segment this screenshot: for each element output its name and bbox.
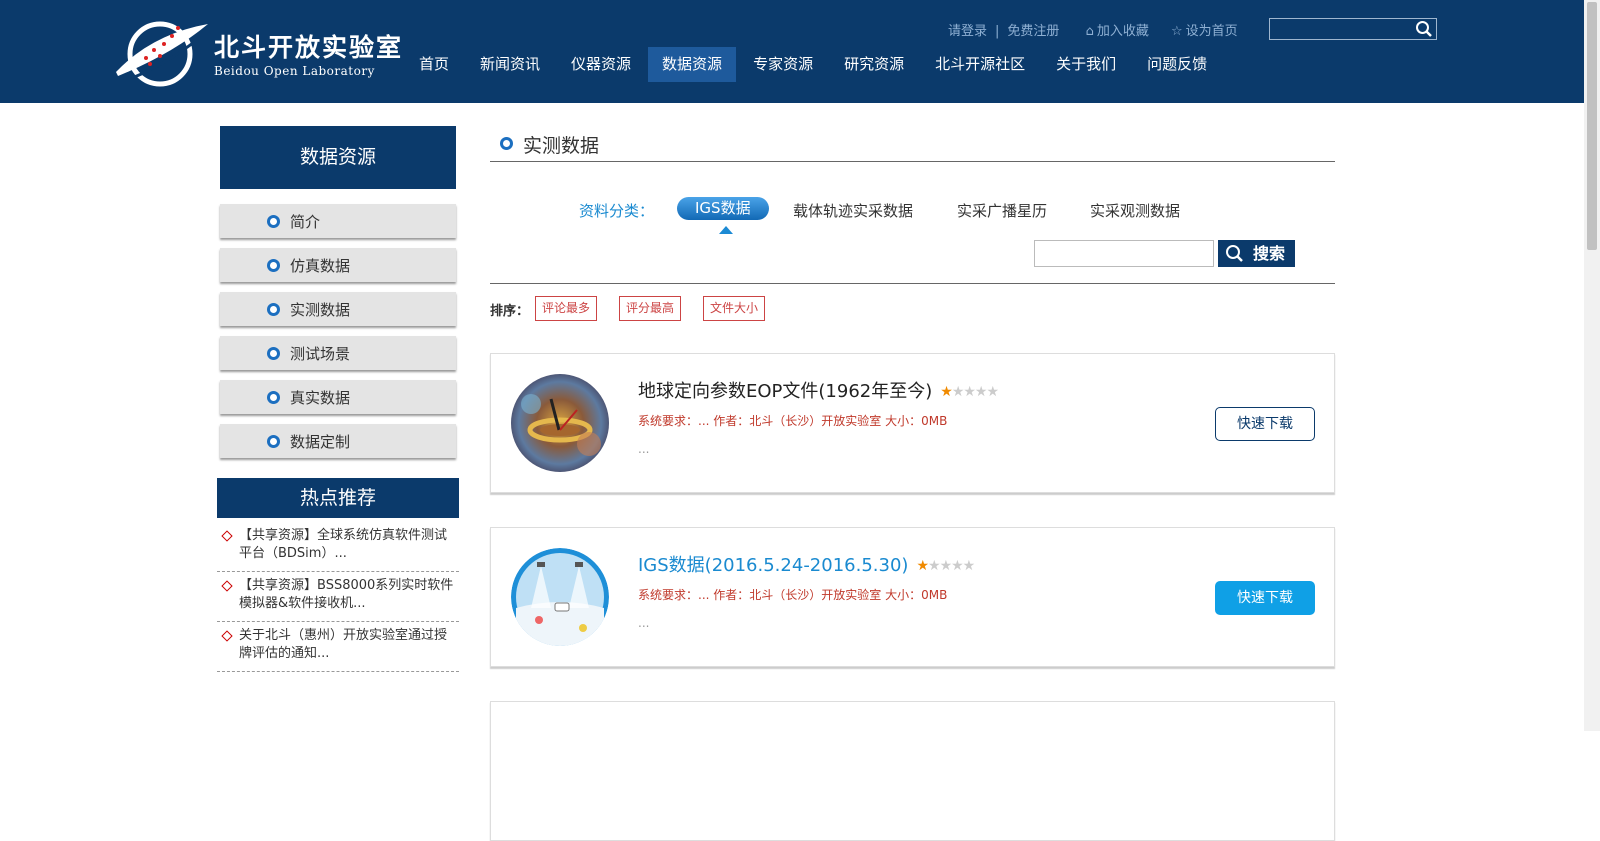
- circle-bullet-icon: [267, 435, 280, 448]
- search-button-label: 搜索: [1253, 244, 1286, 263]
- hot-item-text: 【共享资源】BSS8000系列实时软件模拟器&软件接收机...: [239, 578, 454, 611]
- logo-subtitle: Beidou Open Laboratory: [214, 64, 375, 78]
- nav-feedback[interactable]: 问题反馈: [1133, 47, 1221, 82]
- diamond-bullet-icon: [221, 530, 233, 542]
- data-title: 地球定向参数EOP文件(1962年至今): [638, 381, 933, 402]
- logo-emblem-icon: [116, 21, 208, 87]
- data-thumbnail[interactable]: [511, 548, 609, 646]
- circle-bullet-icon: [267, 347, 280, 360]
- data-search: [1034, 240, 1214, 267]
- hot-recommend-list: 【共享资源】全球系统仿真软件测试平台（BDSim）... 【共享资源】BSS80…: [217, 522, 459, 672]
- sidebar-item-simulation[interactable]: 仿真数据: [220, 248, 456, 282]
- nav-open-source[interactable]: 北斗开源社区: [921, 47, 1039, 82]
- circle-bullet-icon: [267, 303, 280, 316]
- sidebar-item-real-data[interactable]: 真实数据: [220, 380, 456, 414]
- add-favorite-label: 加入收藏: [1096, 24, 1149, 39]
- data-title-link[interactable]: 地球定向参数EOP文件(1962年至今) ★★★★★: [638, 377, 999, 403]
- page-scrollbar[interactable]: [1584, 0, 1600, 731]
- category-tab-broadcast-ephemeris[interactable]: 实采广播星历: [957, 200, 1047, 221]
- data-search-input[interactable]: [1035, 241, 1213, 266]
- star-empty-icon: ★★★★: [928, 558, 975, 574]
- star-filled-icon: ★: [940, 384, 953, 400]
- hot-recommend-title: 热点推荐: [217, 478, 459, 518]
- scrollbar-thumb[interactable]: [1587, 2, 1597, 250]
- data-title: IGS数据(2016.5.24-2016.5.30): [638, 555, 909, 576]
- rating-stars: ★★★★★: [940, 384, 999, 400]
- data-meta: 系统要求：... 作者：北斗（长沙）开放实验室 大小：0MB: [638, 414, 948, 428]
- nav-news[interactable]: 新闻资讯: [466, 47, 554, 82]
- compass-clock-image-icon: [511, 374, 609, 472]
- data-description: ...: [638, 442, 650, 456]
- add-favorite-link[interactable]: ⌂ 加入收藏: [1086, 24, 1149, 39]
- sidebar-menu: 简介 仿真数据 实测数据 测试场景 真实数据 数据定制: [220, 204, 456, 468]
- site-header: 北斗开放实验室 Beidou Open Laboratory 请登录 | 免费注册 …: [0, 0, 1584, 103]
- star-icon: ☆: [1170, 24, 1183, 39]
- data-card: IGS数据(2016.5.24-2016.5.30) ★★★★★ 系统要求：...…: [490, 527, 1335, 667]
- header-search: [1269, 18, 1437, 40]
- nav-experts[interactable]: 专家资源: [739, 47, 827, 82]
- sort-most-comments-button[interactable]: 评论最多: [535, 296, 598, 321]
- search-icon[interactable]: [1415, 20, 1433, 38]
- data-thumbnail[interactable]: [511, 374, 609, 472]
- circle-bullet-icon: [267, 215, 280, 228]
- list-item[interactable]: 【共享资源】全球系统仿真软件测试平台（BDSim）...: [217, 522, 459, 572]
- nav-data-resources[interactable]: 数据资源: [648, 47, 737, 82]
- list-item[interactable]: 关于北斗（惠州）开放实验室通过授牌评估的通知...: [217, 622, 459, 672]
- site-logo[interactable]: 北斗开放实验室 Beidou Open Laboratory: [112, 14, 402, 88]
- circle-bullet-icon: [267, 391, 280, 404]
- category-tab-carrier-trajectory[interactable]: 载体轨迹实采数据: [793, 200, 913, 221]
- star-filled-icon: ★: [916, 558, 929, 574]
- category-tab-igs[interactable]: IGS数据: [677, 197, 769, 220]
- register-link[interactable]: 免费注册: [1007, 24, 1059, 39]
- category-label: 资料分类：: [579, 202, 655, 220]
- sidebar-title: 数据资源: [220, 126, 456, 189]
- logo-title: 北斗开放实验室: [214, 33, 404, 62]
- data-card: [490, 701, 1335, 841]
- sidebar-item-customization[interactable]: 数据定制: [220, 424, 456, 458]
- data-description: ...: [638, 616, 650, 630]
- satellite-vehicle-image-icon: [511, 548, 609, 646]
- hot-item-text: 【共享资源】全球系统仿真软件测试平台（BDSim）...: [239, 528, 448, 561]
- sidebar-item-test-scenarios[interactable]: 测试场景: [220, 336, 456, 370]
- search-icon: [1226, 245, 1243, 262]
- sort-top-rated-button[interactable]: 评分最高: [619, 296, 682, 321]
- sort-label: 排序：: [490, 304, 530, 319]
- nav-about[interactable]: 关于我们: [1042, 47, 1130, 82]
- search-button[interactable]: 搜索: [1218, 240, 1295, 267]
- circle-bullet-icon: [267, 259, 280, 272]
- divider: [490, 283, 1335, 284]
- section-header: 实测数据: [490, 130, 1335, 162]
- diamond-bullet-icon: [221, 580, 233, 592]
- nav-home[interactable]: 首页: [405, 47, 463, 82]
- set-homepage-label: 设为首页: [1185, 24, 1238, 39]
- rating-stars: ★★★★★: [916, 558, 975, 574]
- star-empty-icon: ★★★★: [951, 384, 999, 400]
- page-title: 实测数据: [523, 135, 600, 157]
- diamond-bullet-icon: [221, 630, 233, 642]
- data-meta: 系统要求：... 作者：北斗（长沙）开放实验室 大小：0MB: [638, 588, 948, 602]
- data-title-link[interactable]: IGS数据(2016.5.24-2016.5.30) ★★★★★: [638, 551, 975, 577]
- nav-instruments[interactable]: 仪器资源: [557, 47, 645, 82]
- quick-download-button[interactable]: 快速下载: [1215, 581, 1315, 615]
- list-item[interactable]: 【共享资源】BSS8000系列实时软件模拟器&软件接收机...: [217, 572, 459, 622]
- quick-download-button[interactable]: 快速下载: [1215, 407, 1315, 441]
- circle-bullet-icon: [500, 137, 513, 150]
- header-search-input[interactable]: [1270, 19, 1410, 40]
- active-tab-indicator: [719, 226, 733, 234]
- nav-research[interactable]: 研究资源: [830, 47, 918, 82]
- login-link[interactable]: 请登录: [948, 24, 987, 39]
- sidebar-item-measured[interactable]: 实测数据: [220, 292, 456, 326]
- set-homepage-link[interactable]: ☆ 设为首页: [1171, 24, 1238, 39]
- main-nav: 首页 新闻资讯 仪器资源 数据资源 专家资源 研究资源 北斗开源社区 关于我们 问题反馈: [405, 47, 1224, 82]
- top-links: 请登录 | 免费注册 ⌂ 加入收藏 ☆ 设为首页: [948, 20, 1238, 40]
- sidebar-item-intro[interactable]: 简介: [220, 204, 456, 238]
- home-icon: ⌂: [1085, 24, 1094, 39]
- hot-item-text: 关于北斗（惠州）开放实验室通过授牌评估的通知...: [239, 628, 448, 661]
- sort-file-size-button[interactable]: 文件大小: [703, 296, 766, 321]
- category-tab-observation[interactable]: 实采观测数据: [1090, 200, 1180, 221]
- data-card: 地球定向参数EOP文件(1962年至今) ★★★★★ 系统要求：... 作者：北斗…: [490, 353, 1335, 493]
- separator: |: [995, 24, 1000, 39]
